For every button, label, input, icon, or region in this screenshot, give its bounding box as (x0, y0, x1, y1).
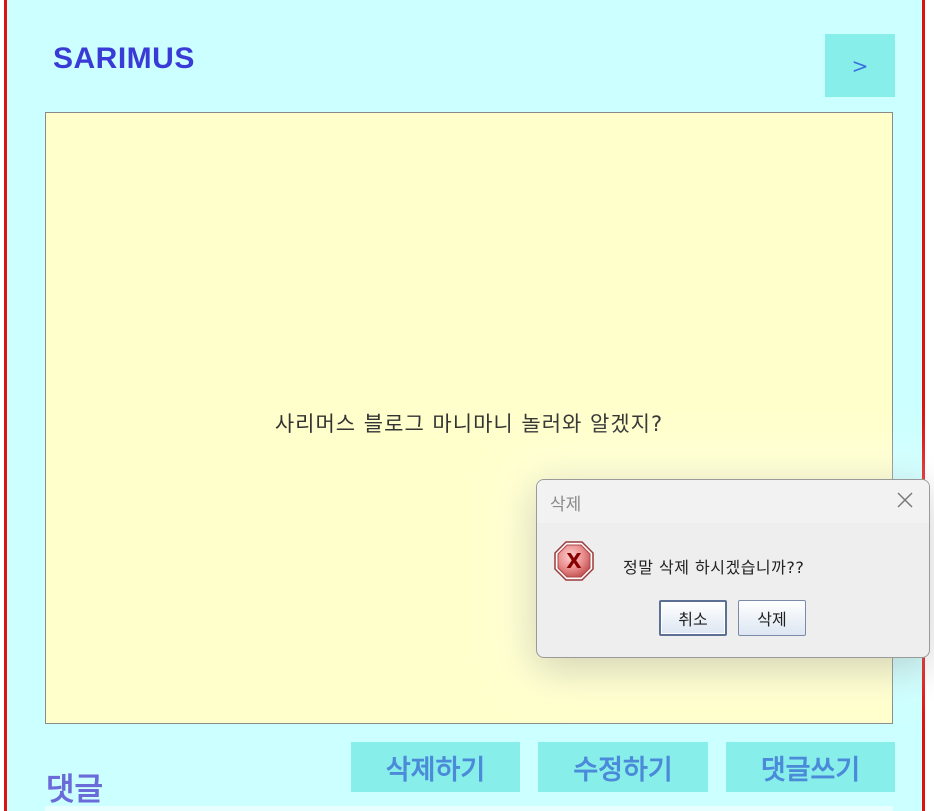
delete-confirm-dialog: 삭제 X 정말 삭제 하시겠습니까?? 취소 삭제 (536, 479, 930, 658)
next-button[interactable]: > (825, 34, 895, 97)
svg-text:X: X (566, 549, 582, 573)
post-body: 사리머스 블로그 마니마니 놀러와 알겠지? (274, 412, 664, 436)
app-frame: SARIMUS > 사리머스 블로그 마니마니 놀러와 알겠지? 댓글 삭제하기… (4, 0, 925, 811)
cancel-button[interactable]: 취소 (659, 600, 727, 636)
delete-post-button[interactable]: 삭제하기 (351, 742, 520, 792)
dialog-message: 정말 삭제 하시겠습니까?? (623, 558, 805, 577)
dialog-title: 삭제 (550, 495, 582, 515)
confirm-delete-button[interactable]: 삭제 (738, 600, 806, 636)
dialog-titlebar[interactable]: 삭제 (537, 480, 929, 523)
comments-label: 댓글 (46, 772, 104, 808)
error-icon: X (553, 540, 595, 582)
comment-list-area (45, 806, 893, 811)
brand-title: SARIMUS (53, 42, 195, 75)
close-icon[interactable] (895, 490, 915, 510)
write-comment-button[interactable]: 댓글쓰기 (726, 742, 895, 792)
edit-post-button[interactable]: 수정하기 (538, 742, 708, 792)
